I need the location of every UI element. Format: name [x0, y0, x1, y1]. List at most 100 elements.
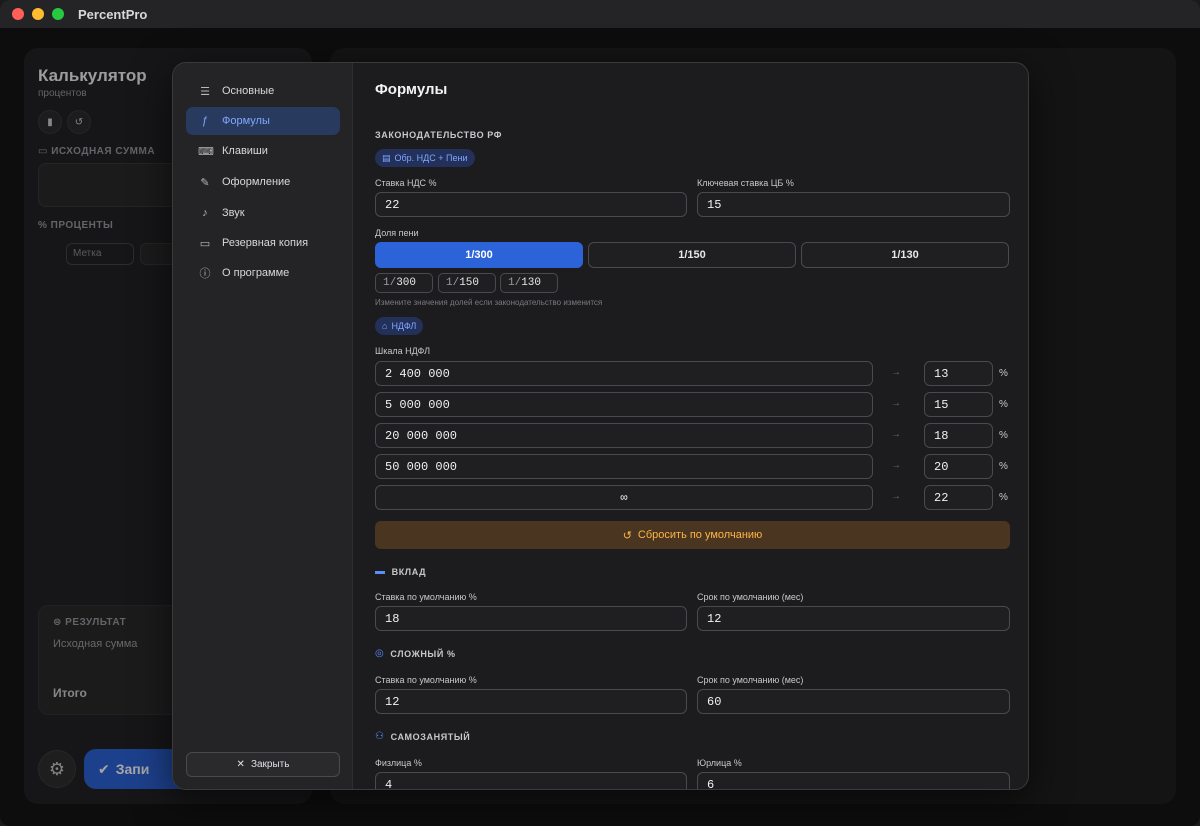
arrow-right-icon: →	[891, 429, 901, 440]
ndfl-scale-label: Шкала НДФЛ	[375, 346, 430, 356]
ndfl-threshold-input[interactable]: 20 000 000	[375, 423, 873, 448]
penalty-prefix: 1/	[446, 277, 460, 289]
deposit-term-label: Срок по умолчанию (мес)	[697, 592, 804, 602]
info-icon: ⓘ	[199, 268, 211, 280]
deposit-term-input[interactable]: 12	[697, 606, 1010, 631]
penalty-prefix: 1/	[383, 277, 397, 289]
close-window-button[interactable]	[12, 8, 24, 20]
document-icon: ▤	[382, 152, 391, 163]
sidebar-item-general[interactable]: ☰ Основные	[186, 77, 340, 105]
arrow-right-icon: →	[891, 367, 901, 378]
reset-label: Сбросить по умолчанию	[637, 529, 763, 541]
sidebar-item-label: О программе	[222, 267, 290, 279]
sliders-icon: ☰	[200, 85, 210, 98]
vat-chip-label: Обр. НДС + Пени	[394, 153, 468, 163]
sidebar-item-sound[interactable]: ♪ Звук	[186, 199, 340, 227]
settings-sidebar: ☰ Основные ƒ Формулы ⌨ Клавиши ✎ Оформле…	[173, 63, 353, 789]
ndfl-rate-input[interactable]: 13	[924, 361, 993, 386]
deposit-section-header: ▬ ВКЛАД	[375, 566, 426, 577]
deposit-section-label: ВКЛАД	[391, 566, 427, 577]
compound-term-input[interactable]: 60	[697, 689, 1010, 714]
law-section-header: ЗАКОНОДАТЕЛЬСТВО РФ	[375, 130, 502, 140]
function-icon: ƒ	[201, 115, 209, 127]
close-label: Закрыть	[250, 759, 290, 770]
selfemployed-section-header: ⚇ САМОЗАНЯТЫЙ	[375, 731, 470, 742]
selfemployed-section-label: САМОЗАНЯТЫЙ	[390, 731, 471, 742]
ndfl-threshold-input[interactable]: 50 000 000	[375, 454, 873, 479]
title-bar: PercentPro	[0, 0, 1200, 28]
ndfl-rate-input[interactable]: 18	[924, 423, 993, 448]
ndfl-threshold-infinity: ∞	[375, 485, 873, 510]
reset-icon: ↺	[622, 529, 632, 542]
deposit-icon: ▬	[375, 566, 386, 577]
ndfl-rate-input[interactable]: 15	[924, 392, 993, 417]
percent-sign: %	[999, 461, 1008, 472]
sidebar-item-label: Звук	[222, 207, 245, 219]
compound-rate-label: Ставка по умолчанию %	[375, 675, 477, 685]
penalty-hint: Измените значения долей если законодател…	[375, 298, 603, 307]
app-title: PercentPro	[78, 6, 148, 22]
penalty-label: Доля пени	[375, 228, 419, 238]
key-rate-input[interactable]: 15	[697, 192, 1010, 217]
deposit-rate-label: Ставка по умолчанию %	[375, 592, 477, 602]
deposit-rate-input[interactable]: 18	[375, 606, 687, 631]
ndfl-chip: ⌂ НДФЛ	[375, 317, 424, 335]
ndfl-rate-input[interactable]: 22	[924, 485, 993, 510]
legal-rate-input[interactable]: 6	[697, 772, 1010, 789]
penalty-denom-value: 130	[521, 277, 542, 289]
ndfl-chip-label: НДФЛ	[391, 321, 417, 331]
percent-sign: %	[999, 368, 1008, 379]
sidebar-item-appearance[interactable]: ✎ Оформление	[186, 168, 340, 196]
legal-label: Юрлица %	[697, 758, 742, 768]
vat-chip: ▤ Обр. НДС + Пени	[375, 149, 475, 167]
reset-defaults-button[interactable]: ↺ Сбросить по умолчанию	[375, 521, 1010, 549]
sidebar-item-label: Основные	[222, 85, 275, 97]
zoom-window-button[interactable]	[52, 8, 64, 20]
sidebar-item-label: Резервная копия	[222, 237, 309, 249]
close-settings-button[interactable]: ✕ Закрыть	[186, 752, 340, 777]
sidebar-item-label: Клавиши	[222, 145, 268, 157]
compound-term-label: Срок по умолчанию (мес)	[697, 675, 804, 685]
percent-sign: %	[999, 430, 1008, 441]
individual-label: Физлица %	[375, 758, 422, 768]
penalty-prefix: 1/	[508, 277, 522, 289]
minimize-window-button[interactable]	[32, 8, 44, 20]
penalty-denom-input-2[interactable]: 1/150	[438, 273, 496, 293]
person-icon: ⚇	[375, 731, 385, 742]
ndfl-threshold-input[interactable]: 2 400 000	[375, 361, 873, 386]
drive-icon: ▭	[199, 237, 211, 250]
vat-rate-label: Ставка НДС %	[375, 178, 437, 188]
penalty-option-300[interactable]: 1/300	[375, 242, 583, 268]
sidebar-item-keys[interactable]: ⌨ Клавиши	[186, 137, 340, 165]
percent-sign: %	[999, 399, 1008, 410]
penalty-denom-value: 150	[459, 277, 480, 289]
penalty-denom-input-3[interactable]: 1/130	[500, 273, 558, 293]
keyboard-icon: ⌨	[198, 145, 214, 158]
formulas-content: Формулы ЗАКОНОДАТЕЛЬСТВО РФ ▤ Обр. НДС +…	[354, 63, 1028, 789]
percent-sign: %	[999, 492, 1008, 503]
ndfl-rate-input[interactable]: 20	[924, 454, 993, 479]
app-window: PercentPro Калькулятор процентов ▮ ↺ ▭ И…	[0, 0, 1200, 826]
settings-modal: ☰ Основные ƒ Формулы ⌨ Клавиши ✎ Оформле…	[172, 62, 1029, 790]
page-title: Формулы	[375, 81, 448, 98]
compound-section-header: ◎ СЛОЖНЫЙ %	[375, 648, 456, 659]
penalty-option-130[interactable]: 1/130	[801, 242, 1009, 268]
sidebar-item-about[interactable]: ⓘ О программе	[186, 259, 340, 287]
brush-icon: ✎	[200, 176, 210, 189]
penalty-denom-input-1[interactable]: 1/300	[375, 273, 433, 293]
penalty-denom-value: 300	[396, 277, 417, 289]
sidebar-item-formulas[interactable]: ƒ Формулы	[186, 107, 340, 135]
penalty-option-150[interactable]: 1/150	[588, 242, 796, 268]
law-section-label: ЗАКОНОДАТЕЛЬСТВО РФ	[375, 130, 503, 140]
sidebar-item-label: Оформление	[222, 176, 291, 188]
sidebar-item-backup[interactable]: ▭ Резервная копия	[186, 229, 340, 257]
vat-rate-input[interactable]: 22	[375, 192, 687, 217]
speaker-icon: ♪	[202, 207, 208, 219]
compound-rate-input[interactable]: 12	[375, 689, 687, 714]
close-icon: ✕	[236, 759, 245, 770]
compound-section-label: СЛОЖНЫЙ %	[390, 648, 456, 659]
bank-icon: ⌂	[382, 321, 388, 331]
ndfl-threshold-input[interactable]: 5 000 000	[375, 392, 873, 417]
individual-rate-input[interactable]: 4	[375, 772, 687, 789]
arrow-right-icon: →	[891, 491, 901, 502]
